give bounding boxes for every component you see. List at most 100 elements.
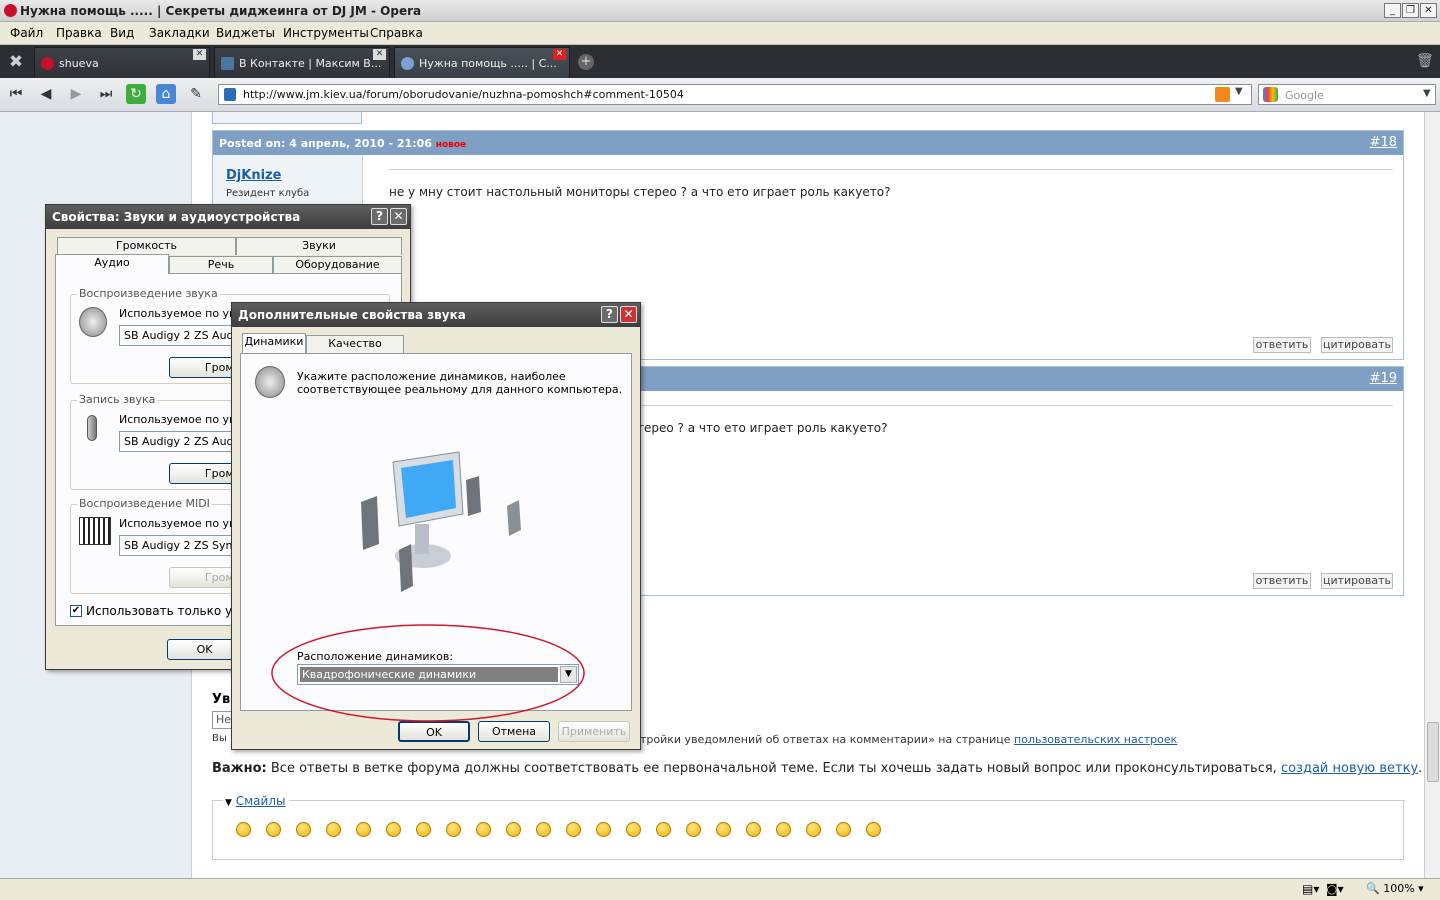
tab-shueva[interactable]: shueva ✕ [34,47,210,78]
edit-icon[interactable]: ✎ [186,84,206,104]
smiley-icon[interactable] [866,822,881,837]
smiley-icon[interactable] [686,822,701,837]
smiley-icon[interactable] [836,822,851,837]
smiley-icon[interactable] [296,822,311,837]
speaker-icon [79,307,107,337]
smiley-icon[interactable] [356,822,371,837]
opera-icon [4,4,17,17]
search-field[interactable]: Google ▼ [1258,84,1436,105]
smiley-icon[interactable] [566,822,581,837]
smiley-icon[interactable] [806,822,821,837]
tab-current[interactable]: Нужна помощь ..... | С... ✕ [394,47,570,78]
scrollbar-thumb[interactable] [1427,722,1439,782]
default-only-checkbox[interactable]: ✔ [70,605,82,617]
menu-file[interactable]: Файл [10,26,43,40]
image-icon[interactable]: ◙▾ [1326,882,1344,896]
tab-speakers[interactable]: Динамики [242,333,306,353]
address-field[interactable]: http://www.jm.kiev.ua/forum/oborudovanie… [218,84,1252,105]
author-role: Резидент клуба [226,188,310,199]
close-window-button[interactable]: ✕ [1420,3,1437,18]
tools-icon[interactable]: ✖ [6,52,26,72]
menu-view[interactable]: Вид [110,26,134,40]
dropdown-icon[interactable]: ▼ [1423,88,1431,99]
page-scrollbar[interactable] [1424,112,1440,878]
new-tab-icon[interactable]: + [578,54,594,70]
minimize-button[interactable]: _ [1384,3,1401,18]
smiley-icon[interactable] [596,822,611,837]
smiley-icon[interactable] [236,822,251,837]
smiley-icon[interactable] [446,822,461,837]
close-tab-icon[interactable]: ✕ [193,49,206,60]
tab-vkontakte[interactable]: В Контакте | Максим В... ✕ [214,47,390,78]
tab-recording-quality[interactable]: Качество записи [306,335,404,366]
window-title: Нужна помощь ..... | Секреты диджеинга о… [20,4,422,18]
smiley-icon[interactable] [476,822,491,837]
tab-speech[interactable]: Речь [169,256,273,274]
smiley-icon[interactable] [266,822,281,837]
quote-button[interactable]: цитировать [1321,573,1393,589]
tab-sounds[interactable]: Звуки [236,237,402,255]
smiley-icon[interactable] [776,822,791,837]
post-number-link[interactable]: #19 [1370,371,1397,386]
search-placeholder: Google [1285,89,1324,102]
zoom-control[interactable]: 🔍 100% ▾ [1366,882,1424,895]
help-button[interactable]: ? [371,208,388,225]
rss-icon[interactable] [1215,87,1230,102]
smiley-icon[interactable] [746,822,761,837]
post-date: Posted on: 4 апрель, 2010 - 21:06 новое [219,137,467,150]
favicon-icon [401,57,414,70]
notify-note: тройки уведомлений об ответах на коммент… [640,733,1178,746]
reply-button[interactable]: ответить [1253,337,1311,353]
menu-widgets[interactable]: Виджеты [216,26,275,40]
fast-forward-icon[interactable]: ⏭ [96,84,116,104]
back-icon[interactable]: ◀ [36,84,56,104]
smiley-icon[interactable] [326,822,341,837]
smiley-icon[interactable] [416,822,431,837]
new-thread-link[interactable]: создай новую ветку [1281,761,1418,776]
reload-icon[interactable]: ↻ [126,84,146,104]
trash-icon[interactable]: 🗑 [1416,53,1434,71]
smiley-icon[interactable] [386,822,401,837]
tab-hardware[interactable]: Оборудование [273,256,402,274]
smiley-icon[interactable] [716,822,731,837]
close-button[interactable]: ✕ [390,208,407,225]
dialog-titlebar: Дополнительные свойства звука ? ✕ [232,303,640,327]
panel-icon[interactable]: ▤▾ [1302,882,1319,896]
tab-audio[interactable]: Аудио [55,254,169,274]
google-icon [1263,87,1278,102]
home-icon[interactable]: ⌂ [156,84,176,104]
author-link[interactable]: DjKnize [226,168,281,183]
quote-button[interactable]: цитировать [1321,337,1393,353]
smiles-toggle[interactable]: ▼ Смайлы [225,794,285,808]
smiley-icon[interactable] [506,822,521,837]
cancel-button[interactable]: Отмена [478,721,550,742]
tab-volume[interactable]: Громкость [57,237,236,255]
ok-button[interactable]: OK [398,721,470,742]
smiley-icon[interactable] [656,822,671,837]
divider [389,169,1393,170]
close-tab-icon[interactable]: ✕ [373,49,386,60]
post-text: не у мну стоит настольный мониторы стере… [389,185,891,199]
apply-button[interactable]: Применить [558,721,630,742]
site-icon [224,88,236,101]
menu-bookmarks[interactable]: Закладки [149,26,210,40]
quad-speakers-illustration [361,451,521,592]
help-button[interactable]: ? [601,306,618,323]
menu-help[interactable]: Справка [370,26,423,40]
post-number-link[interactable]: #18 [1370,135,1397,150]
menu-tools[interactable]: Инструменты [283,26,369,40]
post-header: Posted on: 4 апрель, 2010 - 21:06 новое … [213,131,1403,155]
post-text: терео ? а что ето играет роль какуето? [637,421,888,435]
close-tab-icon[interactable]: ✕ [553,49,566,60]
forward-icon[interactable]: ▶ [66,84,86,104]
smiley-icon[interactable] [626,822,641,837]
smiley-icon[interactable] [536,822,551,837]
address-url[interactable]: http://www.jm.kiev.ua/forum/oborudovanie… [243,88,684,101]
reply-button[interactable]: ответить [1253,573,1311,589]
menu-edit[interactable]: Правка [56,26,102,40]
rewind-icon[interactable]: ⏮ [6,84,26,104]
maximize-button[interactable]: ❐ [1402,3,1419,18]
settings-link[interactable]: пользовательских настроек [1014,733,1177,746]
close-button[interactable]: ✕ [620,306,637,323]
dropdown-icon[interactable]: ▼ [1235,86,1243,97]
